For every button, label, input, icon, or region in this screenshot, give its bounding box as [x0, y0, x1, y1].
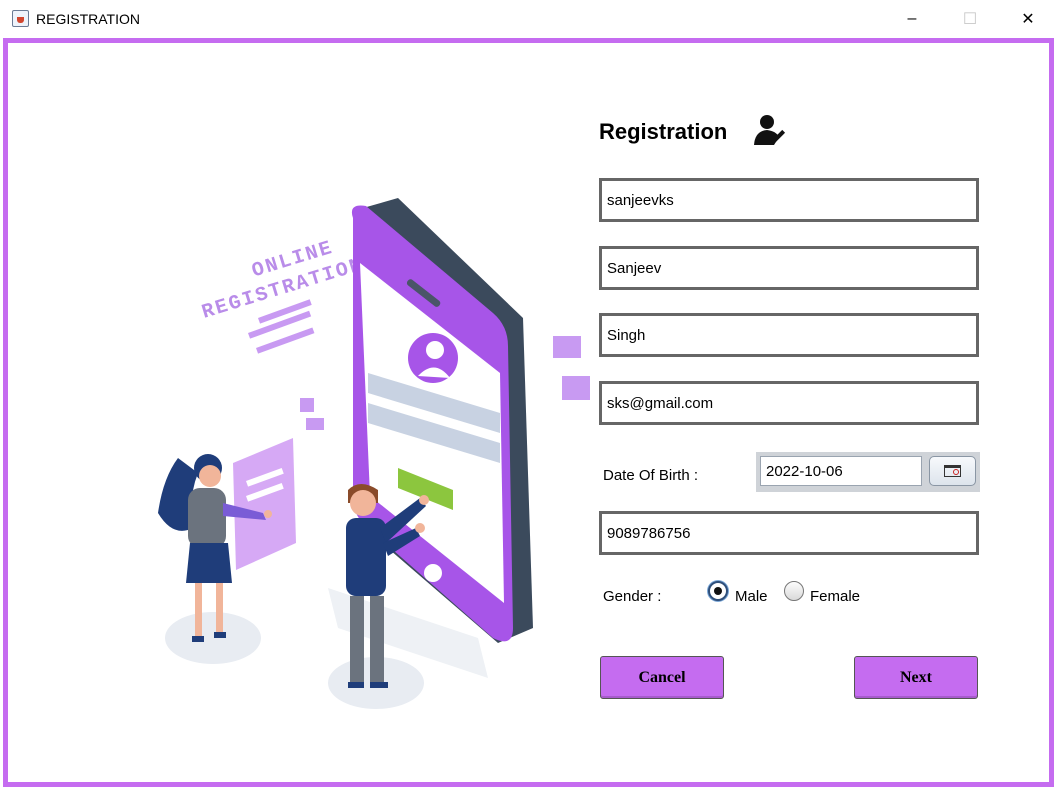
java-app-icon — [12, 10, 29, 27]
first-name-field[interactable]: Sanjeev — [599, 246, 979, 290]
window-title: REGISTRATION — [36, 11, 140, 27]
title-bar: REGISTRATION – ☐ ✕ — [0, 0, 1057, 38]
last-name-field[interactable]: Singh — [599, 313, 979, 357]
gender-label: Gender : — [603, 588, 662, 605]
content-panel: ONLINE REGISTRATION Registration sanjeev… — [8, 43, 1049, 782]
form-title: Registration — [599, 119, 728, 144]
male-radio-label[interactable]: Male — [735, 588, 768, 605]
female-radio[interactable] — [784, 581, 804, 601]
male-radio[interactable] — [708, 581, 728, 601]
maximize-button[interactable]: ☐ — [955, 6, 985, 32]
next-button[interactable]: Next — [854, 656, 978, 699]
minimize-button[interactable]: – — [897, 6, 927, 32]
username-field[interactable]: sanjeevks — [599, 178, 979, 222]
screen-profile-head — [426, 341, 444, 359]
online-registration-illustration: ONLINE REGISTRATION — [158, 198, 590, 709]
calendar-icon — [944, 465, 961, 477]
dob-picker: 2022-10-06 — [756, 452, 980, 492]
phone-field[interactable]: 9089786756 — [599, 511, 979, 555]
floor-shadow-left — [165, 612, 261, 664]
dob-input[interactable]: 2022-10-06 — [760, 456, 922, 486]
left-form-card — [233, 438, 296, 570]
phone-home-button — [424, 564, 442, 582]
window-frame: ONLINE REGISTRATION Registration sanjeev… — [3, 38, 1054, 787]
email-field[interactable]: sks@gmail.com — [599, 381, 979, 425]
female-radio-label[interactable]: Female — [810, 588, 860, 605]
calendar-button[interactable] — [929, 456, 976, 486]
dob-label: Date Of Birth : — [603, 467, 699, 484]
registration-window: REGISTRATION – ☐ ✕ ONLINE REGISTRATION R… — [0, 0, 1057, 787]
user-edit-icon — [754, 115, 786, 145]
cancel-button[interactable]: Cancel — [600, 656, 724, 699]
close-button[interactable]: ✕ — [1013, 6, 1043, 32]
